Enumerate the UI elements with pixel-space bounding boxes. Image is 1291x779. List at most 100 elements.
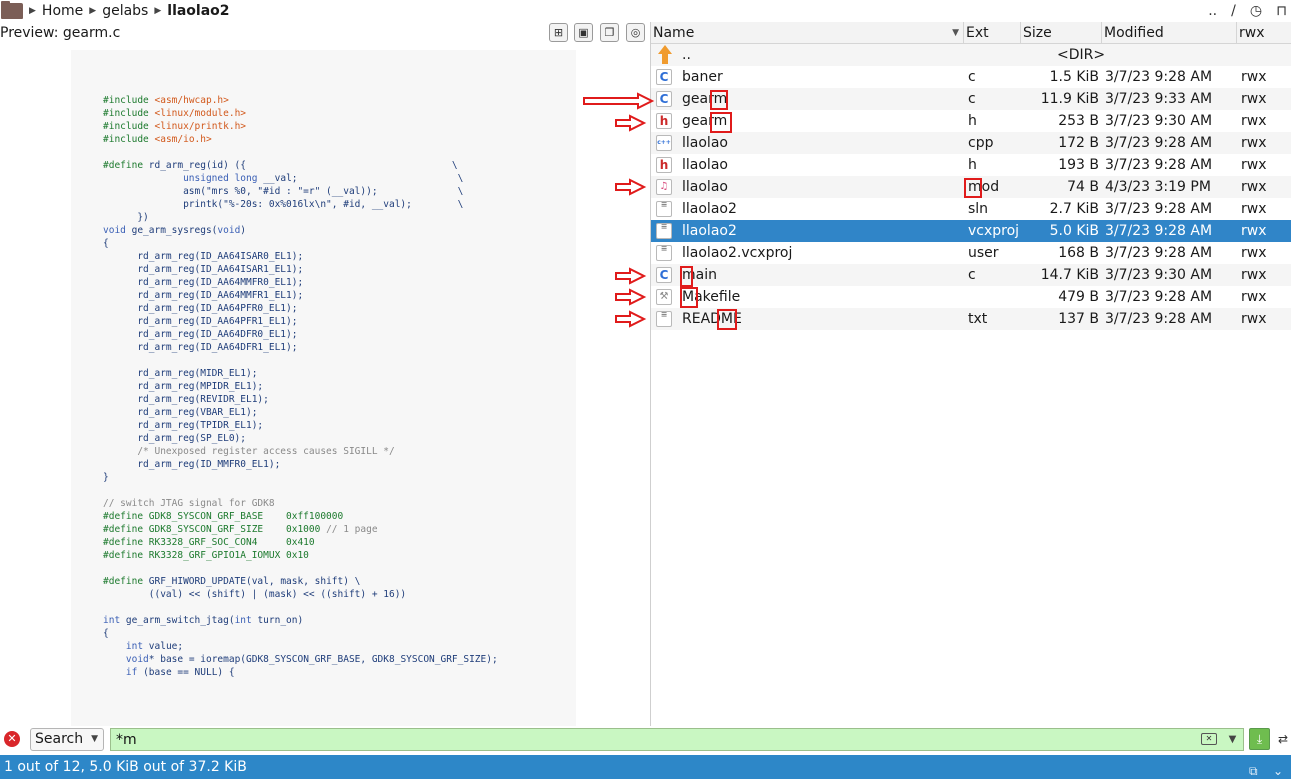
folder-icon[interactable] [1,0,23,19]
bookmark-icon[interactable]: ⊓ [1276,3,1287,19]
file-attr: rwx [1241,135,1267,151]
file-size: 168 B [1058,245,1099,261]
file-modified: 3/7/23 9:28 AM [1105,311,1213,327]
file-attr: rwx [1241,201,1267,217]
column-modified[interactable]: Modified [1102,22,1237,44]
code-line: #define GDK8_SYSCON_GRF_SIZE 0x1000 // 1… [103,524,378,535]
code-line: #define rd_arm_reg(id) ({ \ [103,160,458,171]
file-size: 137 B [1058,311,1099,327]
search-mode-label: Search [35,731,84,747]
file-attr: rwx [1241,223,1267,239]
search-input[interactable] [110,728,1244,751]
file-row[interactable]: Cmain c 14.7 KiB 3/7/23 9:30 AM rwx [651,264,1291,286]
file-modified: 3/7/23 9:28 AM [1105,223,1213,239]
search-mode-select[interactable]: Search ▼ [30,728,104,751]
file-size: 172 B [1058,135,1099,151]
text-file-icon: ≡ [656,201,672,217]
code-line: unsigned long __val; \ [183,173,464,184]
up-arrow-stem [662,53,668,64]
code-line: #define GRF_HIWORD_UPDATE(val, mask, shi… [103,576,361,587]
breadcrumb-bar: ▶ Home ▶ gelabs ▶ llaolao2 .. / ◷ ⊓ [0,0,1291,21]
file-ext: sln [968,201,989,217]
image-preview-icon[interactable]: ▣ [574,23,593,42]
search-history-dropdown[interactable]: ▼ [1221,728,1244,751]
file-row[interactable]: c++ llaolao cpp 172 B 3/7/23 9:28 AM rwx [651,132,1291,154]
cpp-file-icon: c++ [656,135,672,151]
file-attr: rwx [1241,91,1267,107]
copy-icon[interactable]: ❐ [600,23,619,42]
annotation-arrow [615,178,647,196]
file-row[interactable]: ⚒ Makefile 479 B 3/7/23 9:28 AM rwx [651,286,1291,308]
annotation-arrow [615,267,647,285]
column-size[interactable]: Size [1021,22,1102,44]
breadcrumb-home[interactable]: Home [42,3,83,19]
clear-input-icon[interactable]: ✕ [1201,733,1217,745]
breadcrumb-current[interactable]: llaolao2 [167,3,229,19]
annotation-box [710,90,728,110]
code-line: #include <asm/io.h> [103,134,212,145]
file-list[interactable]: Name ▼ Ext Size Modified rwx .. <DIR> Cban… [651,22,1291,726]
code-line: rd_arm_reg(ID_AA64PFR1_EL1); [103,316,298,327]
file-size: 1.5 KiB [1049,69,1099,85]
file-row[interactable]: Cbaner c 1.5 KiB 3/7/23 9:28 AM rwx [651,66,1291,88]
file-modified: 3/7/23 9:28 AM [1105,69,1213,85]
file-ext: c [968,91,976,107]
code-line: rd_arm_reg(VBAR_EL1); [103,407,258,418]
file-attr: rwx [1241,289,1267,305]
file-row[interactable]: ≡ llaolao2 vcxproj 5.0 KiB 3/7/23 9:28 AM rwx [651,220,1291,242]
annotation-arrow [615,288,647,306]
code-line: void* base = ioremap(GDK8_SYSCON_GRF_BAS… [125,654,498,665]
file-row[interactable]: .. <DIR> [651,44,1291,66]
file-row[interactable]: ≡ README txt 137 B 3/7/23 9:28 AM rwx [651,308,1291,330]
file-row[interactable]: ≡ llaolao2.vcxproj user 168 B 3/7/23 9:28 AM… [651,242,1291,264]
layout-toggle-icon[interactable]: ⊞ [549,23,568,42]
file-row[interactable]: ≡ llaolao2 sln 2.7 KiB 3/7/23 9:28 AM rwx [651,198,1291,220]
file-row[interactable]: h llaolao h 193 B 3/7/23 9:28 AM rwx [651,154,1291,176]
file-attr: rwx [1241,267,1267,283]
annotation-arrow [615,114,647,132]
annotation-box [680,287,698,308]
swap-icon[interactable]: ⇄ [1275,729,1291,749]
code-line: #include <asm/hwcap.h> [103,95,229,106]
download-icon[interactable]: ⤓ [1249,728,1270,750]
file-name: .. [682,47,691,63]
column-name[interactable]: Name ▼ [651,22,964,44]
copy-path-icon[interactable]: ⧉ [1249,759,1258,779]
file-row[interactable]: h gearm h 253 B 3/7/23 9:30 AM rwx [651,110,1291,132]
status-text: 1 out of 12, 5.0 KiB out of 37.2 KiB [4,759,247,775]
text-file-icon: ≡ [656,311,672,327]
file-size: 11.9 KiB [1040,91,1099,107]
file-modified: 3/7/23 9:28 AM [1105,201,1213,217]
parent-dir-button[interactable]: .. [1208,3,1217,19]
column-name-label: Name [653,25,695,41]
root-dir-button[interactable]: / [1231,3,1236,19]
settings-icon[interactable]: ◎ [626,23,645,42]
breadcrumb-gelabs[interactable]: gelabs [102,3,148,19]
close-icon[interactable]: ✕ [4,731,20,747]
file-row[interactable]: Cgearm c 11.9 KiB 3/7/23 9:33 AM rwx [651,88,1291,110]
chevron-down-icon[interactable]: ⌄ [1273,759,1283,779]
makefile-icon: ⚒ [656,289,672,305]
file-ext: txt [968,311,988,327]
column-attr[interactable]: rwx [1237,22,1291,44]
code-line: rd_arm_reg(ID_AA64MMFR0_EL1); [103,277,304,288]
preview-pane[interactable]: #include <asm/hwcap.h> #include <linux/mo… [71,50,576,726]
file-size: 5.0 KiB [1049,223,1099,239]
code-line: rd_arm_reg(TPIDR_EL1); [103,420,264,431]
sort-desc-icon: ▼ [952,28,959,38]
file-attr: rwx [1241,113,1267,129]
file-modified: 3/7/23 9:28 AM [1105,157,1213,173]
file-modified: 3/7/23 9:30 AM [1105,267,1213,283]
file-ext: h [968,157,977,173]
code-line: #include <linux/module.h> [103,108,247,119]
file-name: llaolao [682,179,728,195]
annotation-box [717,309,737,330]
column-ext[interactable]: Ext [964,22,1021,44]
code-line: rd_arm_reg(ID_AA64PFR0_EL1); [103,303,298,314]
file-attr: rwx [1241,311,1267,327]
history-icon[interactable]: ◷ [1250,3,1262,19]
code-line: if (base == NULL) { [125,667,235,678]
file-size: 193 B [1058,157,1099,173]
